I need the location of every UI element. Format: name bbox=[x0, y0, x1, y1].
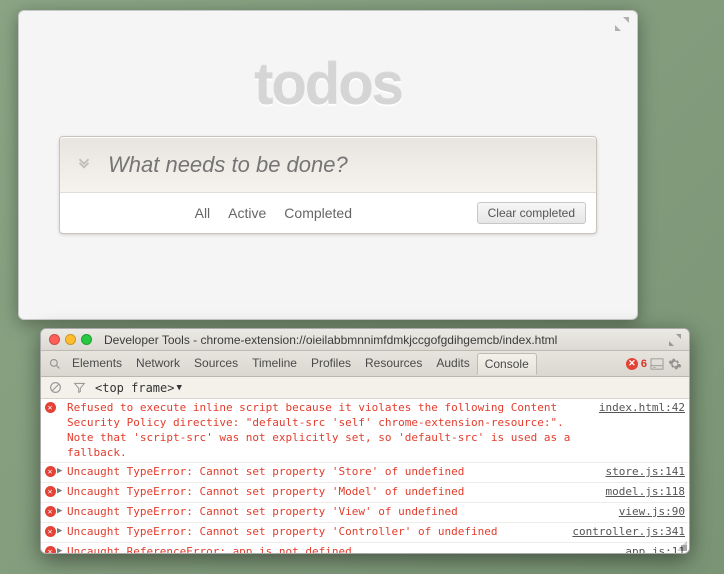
error-message: Uncaught TypeError: Cannot set property … bbox=[67, 525, 572, 540]
drawer-toggle-icon[interactable] bbox=[649, 356, 665, 372]
window-title: Developer Tools - chrome-extension://oie… bbox=[104, 333, 557, 347]
error-count-badge[interactable]: ✕ 6 bbox=[626, 358, 647, 370]
filter-active[interactable]: Active bbox=[222, 203, 272, 223]
error-icon: ✕ bbox=[43, 505, 57, 520]
filter-icon[interactable] bbox=[71, 380, 87, 396]
error-icon: ✕ bbox=[43, 401, 57, 460]
resize-handle-icon[interactable] bbox=[675, 539, 687, 551]
chevron-down-icon: ▼ bbox=[176, 383, 181, 393]
error-icon: ✕ bbox=[626, 358, 638, 370]
error-message: Uncaught TypeError: Cannot set property … bbox=[67, 485, 606, 500]
tab-network[interactable]: Network bbox=[129, 353, 187, 374]
error-source-link[interactable]: controller.js:341 bbox=[572, 525, 685, 540]
traffic-lights bbox=[49, 334, 92, 345]
error-icon: ✕ bbox=[43, 545, 57, 553]
todo-panel: All Active Completed Clear completed bbox=[59, 136, 597, 234]
filter-completed[interactable]: Completed bbox=[278, 203, 358, 223]
tab-sources[interactable]: Sources bbox=[187, 353, 245, 374]
console-output: ✕Refused to execute inline script becaus… bbox=[41, 399, 689, 553]
expand-arrow-icon[interactable]: ▶ bbox=[57, 465, 67, 480]
close-icon[interactable] bbox=[49, 334, 60, 345]
todo-footer: All Active Completed Clear completed bbox=[60, 193, 596, 233]
tab-audits[interactable]: Audits bbox=[429, 353, 476, 374]
error-source-link[interactable]: model.js:118 bbox=[606, 485, 685, 500]
toggle-all-icon[interactable] bbox=[60, 153, 108, 177]
devtools-window: Developer Tools - chrome-extension://oie… bbox=[40, 328, 690, 554]
new-todo-input[interactable] bbox=[108, 148, 596, 182]
minimize-icon[interactable] bbox=[65, 334, 76, 345]
error-count: 6 bbox=[641, 358, 647, 370]
filter-group: All Active Completed bbox=[70, 203, 477, 223]
error-source-link[interactable]: index.html:42 bbox=[599, 401, 685, 460]
todo-input-row bbox=[60, 137, 596, 193]
filter-all[interactable]: All bbox=[189, 203, 217, 223]
window-titlebar[interactable]: Developer Tools - chrome-extension://oie… bbox=[41, 329, 689, 351]
page-title: todos bbox=[19, 51, 637, 118]
tab-console[interactable]: Console bbox=[477, 353, 537, 375]
error-message: Uncaught TypeError: Cannot set property … bbox=[67, 505, 619, 520]
devtools-tabbar: ElementsNetworkSourcesTimelineProfilesRe… bbox=[41, 351, 689, 377]
console-error-row: ✕▶Uncaught TypeError: Cannot set propert… bbox=[41, 503, 689, 523]
console-error-row: ✕▶Uncaught ReferenceError: app is not de… bbox=[41, 543, 689, 553]
frame-selector[interactable]: <top frame> ▼ bbox=[95, 381, 182, 395]
expand-arrow-icon[interactable]: ▶ bbox=[57, 545, 67, 553]
error-message: Uncaught ReferenceError: app is not defi… bbox=[67, 545, 625, 553]
expand-arrow-icon bbox=[57, 401, 67, 460]
frame-label: <top frame> bbox=[95, 381, 174, 395]
error-icon: ✕ bbox=[43, 465, 57, 480]
tab-profiles[interactable]: Profiles bbox=[304, 353, 358, 374]
console-error-row: ✕▶Uncaught TypeError: Cannot set propert… bbox=[41, 483, 689, 503]
console-error-row: ✕▶Uncaught TypeError: Cannot set propert… bbox=[41, 523, 689, 543]
console-toolbar: <top frame> ▼ bbox=[41, 377, 689, 399]
tab-timeline[interactable]: Timeline bbox=[245, 353, 304, 374]
console-error-row: ✕▶Uncaught TypeError: Cannot set propert… bbox=[41, 463, 689, 483]
expand-arrow-icon[interactable]: ▶ bbox=[57, 485, 67, 500]
clear-console-icon[interactable] bbox=[47, 380, 63, 396]
expand-arrow-icon[interactable]: ▶ bbox=[57, 505, 67, 520]
tab-elements[interactable]: Elements bbox=[65, 353, 129, 374]
expand-icon[interactable] bbox=[615, 17, 629, 31]
error-message: Uncaught TypeError: Cannot set property … bbox=[67, 465, 606, 480]
error-icon: ✕ bbox=[43, 485, 57, 500]
expand-icon[interactable] bbox=[669, 334, 681, 346]
tab-resources[interactable]: Resources bbox=[358, 353, 429, 374]
error-source-link[interactable]: store.js:141 bbox=[606, 465, 685, 480]
console-error-row: ✕Refused to execute inline script becaus… bbox=[41, 399, 689, 463]
error-icon: ✕ bbox=[43, 525, 57, 540]
zoom-icon[interactable] bbox=[81, 334, 92, 345]
clear-completed-button[interactable]: Clear completed bbox=[477, 202, 586, 224]
error-message: Refused to execute inline script because… bbox=[67, 401, 599, 460]
todos-app-window: todos All Active Completed Clear complet… bbox=[18, 10, 638, 320]
gear-icon[interactable] bbox=[667, 356, 683, 372]
search-icon[interactable] bbox=[47, 356, 63, 372]
error-source-link[interactable]: view.js:90 bbox=[619, 505, 685, 520]
expand-arrow-icon[interactable]: ▶ bbox=[57, 525, 67, 540]
